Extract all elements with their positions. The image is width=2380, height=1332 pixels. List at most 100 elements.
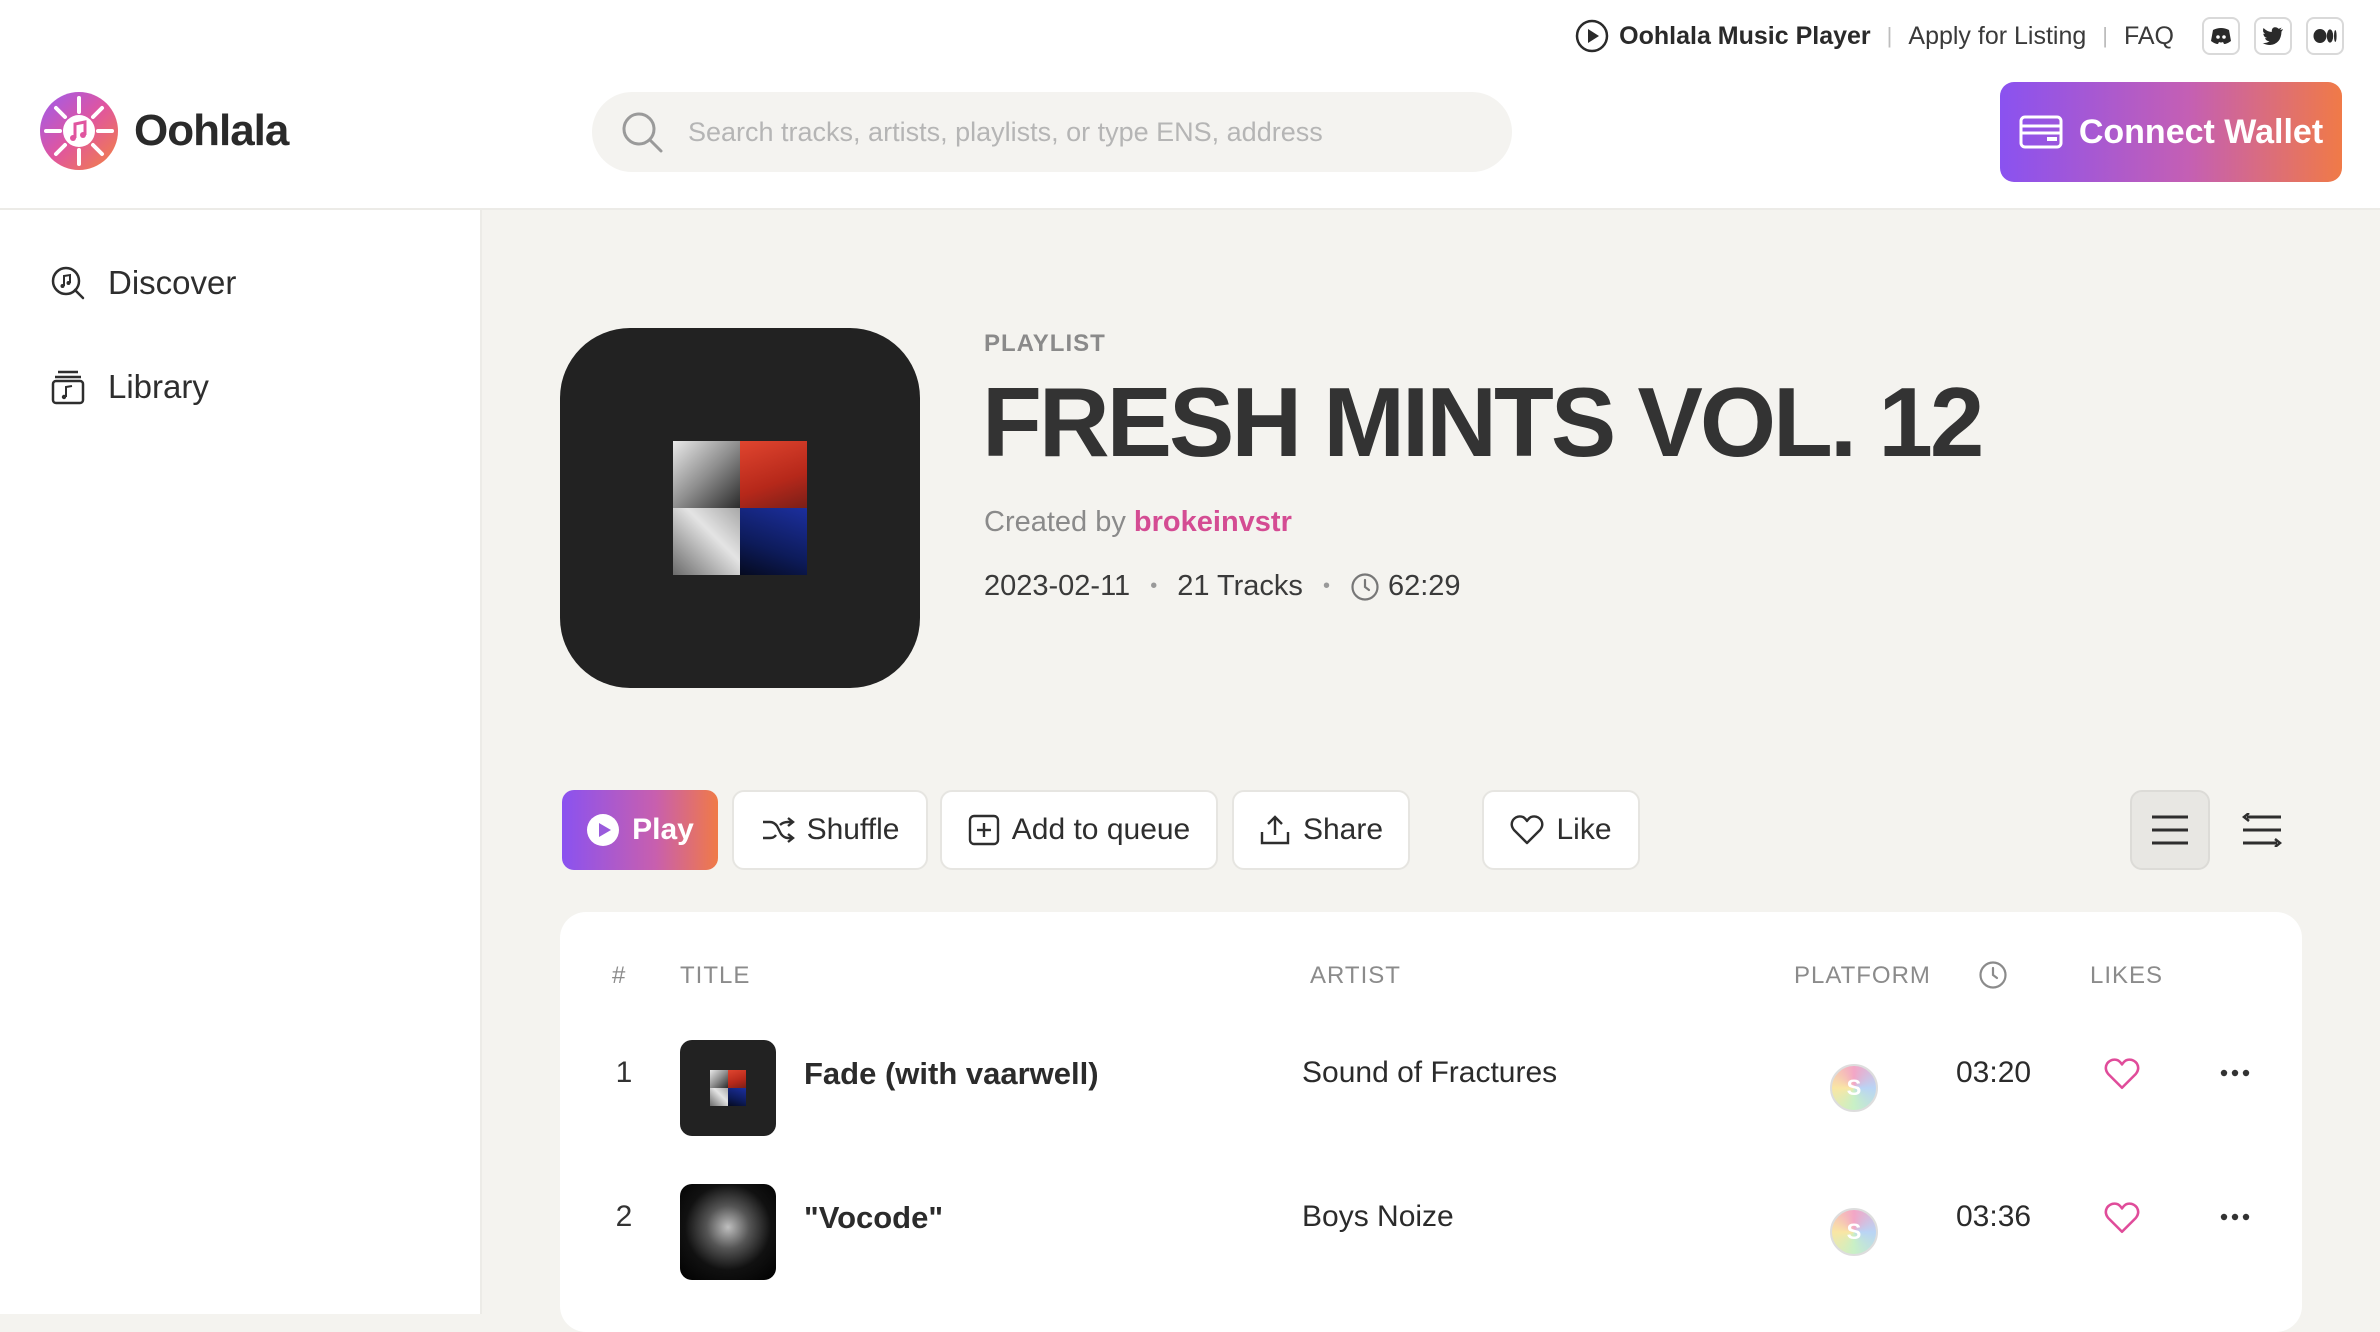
share-label: Share (1302, 813, 1384, 846)
playlist-cover (560, 328, 920, 688)
created-by-prefix: Created by (984, 506, 1126, 538)
sidebar-item-label: Discover (108, 264, 237, 301)
medium-icon[interactable] (2306, 17, 2344, 55)
track-title[interactable]: "Vocode" (804, 1200, 943, 1236)
cover-tile (710, 1088, 728, 1106)
track-artist[interactable]: Sound of Fractures (1302, 1056, 1557, 1090)
social-links (2202, 17, 2344, 55)
share-icon (1260, 815, 1290, 845)
add-to-queue-button[interactable]: Add to queue (940, 790, 1218, 870)
cover-tile (673, 508, 740, 575)
connect-wallet-button[interactable]: Connect Wallet (2000, 82, 2342, 182)
playlist-type-label: PLAYLIST (984, 330, 1106, 357)
clock-icon (1351, 572, 1379, 601)
list-view-toggle[interactable] (2130, 790, 2210, 870)
play-circle-icon (587, 814, 620, 846)
library-icon (51, 370, 85, 405)
like-label: Like (1556, 813, 1612, 846)
playlist-creator: Created by brokeinvstr (984, 506, 1292, 539)
shuffle-icon (762, 817, 795, 843)
brand-name: Oohlala (134, 106, 289, 155)
cover-tile (740, 441, 807, 508)
column-header-title: TITLE (680, 962, 751, 989)
cover-mosaic (673, 441, 807, 575)
track-title[interactable]: Fade (with vaarwell) (804, 1056, 1099, 1092)
music-player-label: Oohlala Music Player (1619, 21, 1871, 50)
oohlala-logo-icon (40, 92, 118, 170)
table-row[interactable]: 1 Fade (with vaarwell) Sound of Fracture… (560, 1012, 2302, 1136)
clock-icon (1979, 961, 2007, 989)
compact-view-toggle[interactable] (2222, 790, 2302, 870)
platform-glyph: S (1846, 1219, 1862, 1244)
creator-link[interactable]: brokeinvstr (1134, 506, 1292, 538)
separator: | (1886, 23, 1893, 48)
connect-wallet-label: Connect Wallet (2078, 112, 2324, 151)
shuffle-label: Shuffle (806, 813, 900, 846)
music-player-link[interactable]: Oohlala Music Player (1575, 19, 1871, 53)
platform-badge[interactable]: S (1830, 1064, 1878, 1112)
sidebar-item-label: Library (108, 368, 209, 405)
cover-tile (710, 1070, 728, 1088)
column-header-artist: ARTIST (1310, 962, 1401, 989)
discover-icon (51, 266, 85, 300)
play-circle-icon (1575, 19, 1609, 53)
sidebar-item-discover[interactable]: Discover (50, 264, 236, 302)
playlist-meta: 2023-02-11 • 21 Tracks • 62:29 (984, 570, 1461, 603)
artwork-mosaic (710, 1070, 746, 1106)
oohlala-logo[interactable]: Oohlala (38, 90, 289, 172)
faq-link[interactable]: FAQ (2124, 22, 2174, 51)
play-label: Play (632, 813, 694, 846)
menu-lines-icon (2152, 815, 2188, 845)
track-artwork (680, 1184, 776, 1280)
table-row[interactable]: 2 "Vocode" Boys Noize S 03:36 (560, 1156, 2302, 1280)
share-button[interactable]: Share (1232, 790, 1410, 870)
track-duration: 03:36 (1956, 1200, 2032, 1233)
platform-glyph: S (1846, 1075, 1862, 1100)
compact-lines-icon (2241, 813, 2283, 847)
sidebar-item-library[interactable]: Library (50, 368, 209, 406)
column-header-platform: PLATFORM (1794, 962, 1931, 989)
heart-icon[interactable] (2104, 1202, 2140, 1234)
playlist-duration: 62:29 (1387, 570, 1461, 602)
track-table: # TITLE ARTIST PLATFORM LIKES 1 Fade (wi… (560, 912, 2302, 1332)
search-input[interactable] (686, 115, 1470, 149)
track-number: 1 (615, 1056, 633, 1089)
more-options-icon[interactable] (2220, 1212, 2250, 1222)
more-options-icon[interactable] (2220, 1068, 2250, 1078)
heart-icon (1511, 815, 1544, 845)
discord-icon[interactable] (2202, 17, 2240, 55)
play-button[interactable]: Play (562, 790, 718, 870)
track-artist[interactable]: Boys Noize (1302, 1200, 1454, 1234)
shuffle-button[interactable]: Shuffle (732, 790, 928, 870)
track-number: 2 (615, 1200, 633, 1233)
sidebar: Discover Library (0, 210, 482, 1314)
utility-nav: Oohlala Music Player | Apply for Listing… (1575, 16, 2344, 56)
add-square-icon (968, 814, 999, 846)
cover-tile (740, 508, 807, 575)
playlist-track-count: 21 Tracks (1177, 570, 1303, 602)
cover-tile (728, 1088, 746, 1106)
playlist-title: FRESH MINTS VOL. 12 (982, 367, 1984, 477)
add-to-queue-label: Add to queue (1011, 813, 1191, 846)
track-artwork (680, 1040, 776, 1136)
playlist-date: 2023-02-11 (984, 570, 1131, 602)
cover-tile (673, 441, 740, 508)
apply-for-listing-link[interactable]: Apply for Listing (1908, 22, 2086, 51)
separator: | (2102, 23, 2108, 48)
column-header-duration (1978, 960, 2008, 997)
wallet-icon (2019, 115, 2063, 149)
artwork-image (680, 1184, 776, 1280)
twitter-icon[interactable] (2254, 17, 2292, 55)
search-bar[interactable] (592, 92, 1512, 172)
track-duration: 03:20 (1956, 1056, 2032, 1089)
search-icon (622, 112, 663, 153)
heart-icon[interactable] (2104, 1058, 2140, 1090)
cover-tile (728, 1070, 746, 1088)
platform-badge[interactable]: S (1830, 1208, 1878, 1256)
meta-separator: • (1150, 575, 1158, 597)
top-bar: Oohlala Music Player | Apply for Listing… (0, 0, 2380, 210)
like-button[interactable]: Like (1482, 790, 1640, 870)
column-header-likes: LIKES (2090, 962, 2164, 989)
meta-separator: • (1322, 575, 1330, 597)
column-header-number: # (612, 962, 627, 989)
